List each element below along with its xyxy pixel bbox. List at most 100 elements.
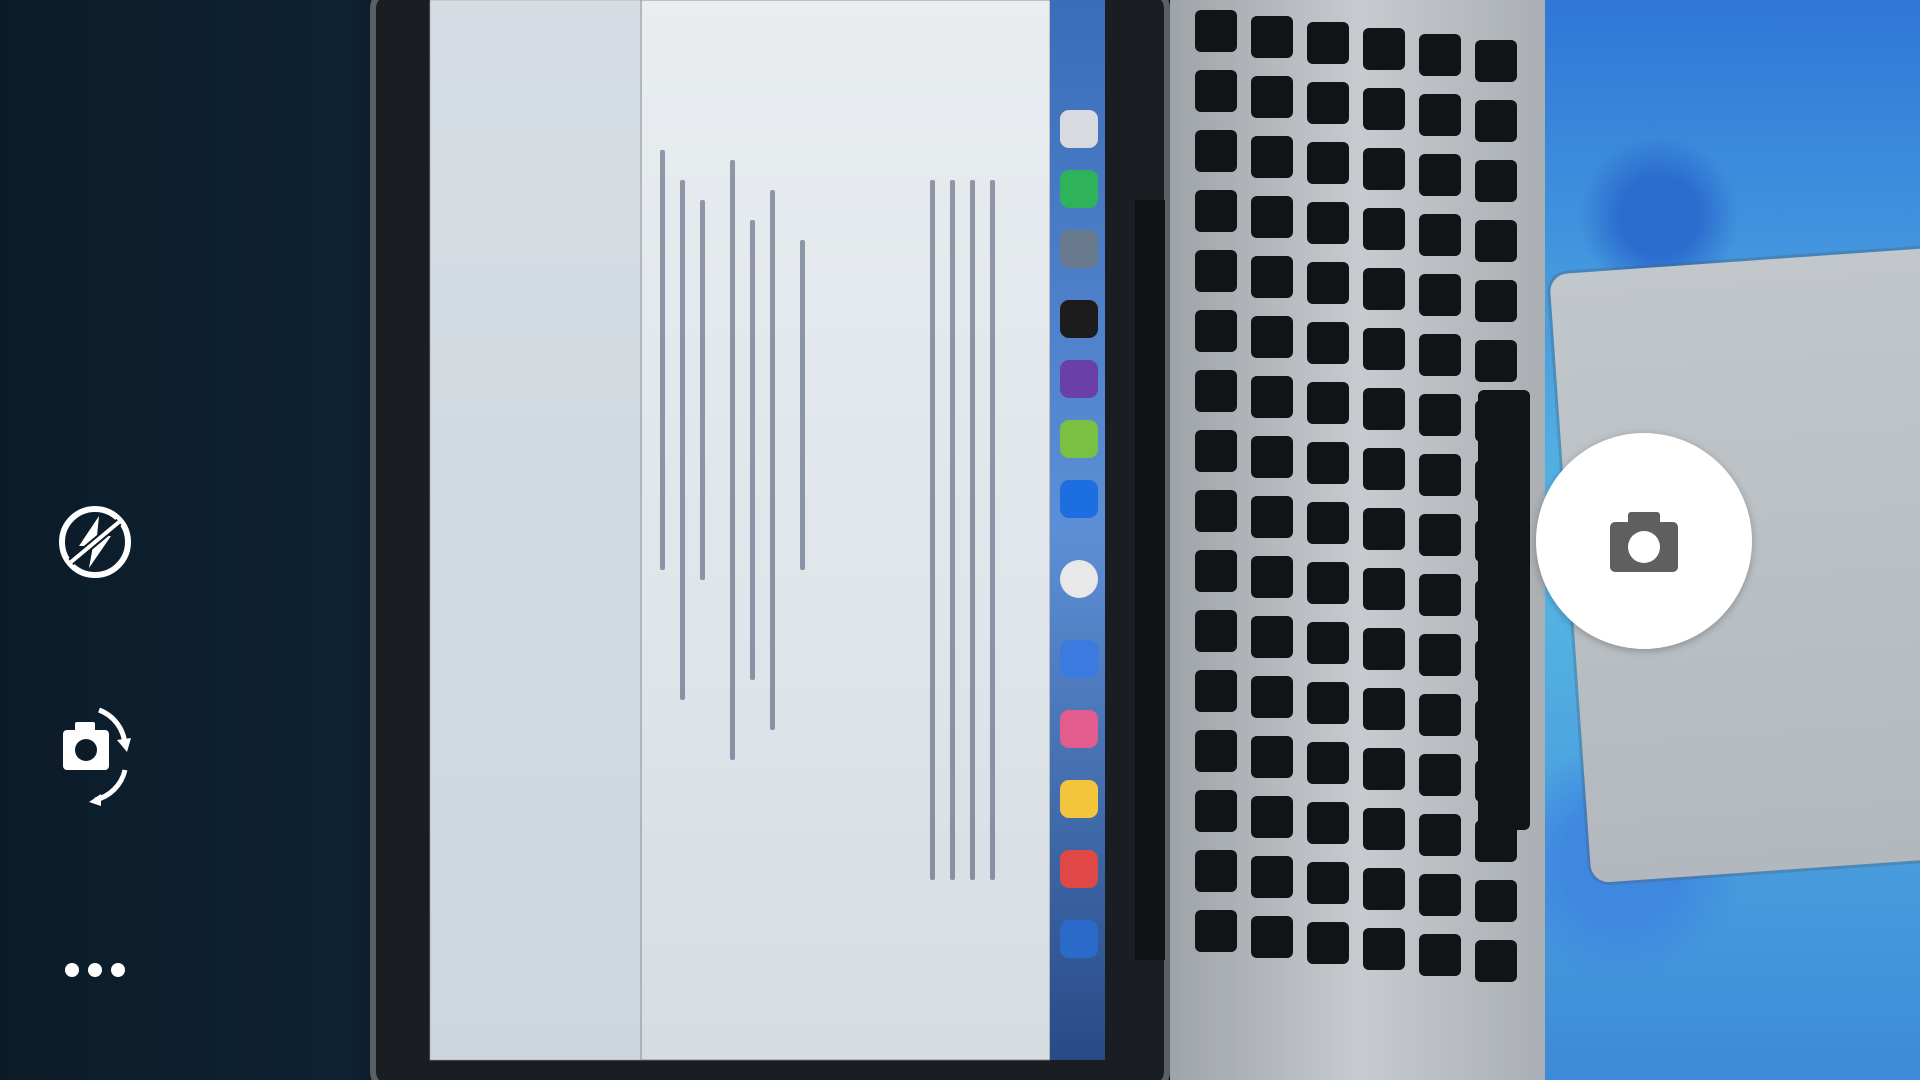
keyboard-key — [1307, 742, 1349, 784]
keyboard-key — [1307, 82, 1349, 124]
keyboard-key — [1419, 694, 1461, 736]
code-line — [930, 180, 935, 880]
keyboard-key — [1363, 928, 1405, 970]
keyboard-key — [1307, 562, 1349, 604]
keyboard-key — [1363, 448, 1405, 490]
keyboard-key — [1251, 196, 1293, 238]
keyboard-key — [1195, 610, 1237, 652]
shutter-button[interactable] — [1536, 433, 1752, 649]
dock-app-icon — [1060, 300, 1098, 338]
keyboard-key — [1363, 508, 1405, 550]
keyboard-key — [1195, 130, 1237, 172]
keyboard-key — [1307, 442, 1349, 484]
keyboard-key — [1419, 874, 1461, 916]
keyboard-key — [1419, 394, 1461, 436]
keyboard-key — [1251, 436, 1293, 478]
keyboard-key — [1195, 250, 1237, 292]
keyboard-key — [1419, 454, 1461, 496]
dock-app-icon — [1060, 560, 1098, 598]
keyboard-key — [1363, 748, 1405, 790]
switch-camera-icon — [63, 707, 131, 806]
keyboard-key — [1363, 208, 1405, 250]
code-line — [970, 180, 975, 880]
keyboard-key — [1307, 322, 1349, 364]
more-options-button[interactable] — [50, 925, 140, 1015]
keyboard-key — [1251, 676, 1293, 718]
keyboard-key — [1307, 682, 1349, 724]
keyboard-key — [1307, 922, 1349, 964]
keyboard-key — [1363, 628, 1405, 670]
keyboard-key — [1307, 622, 1349, 664]
keyboard-key — [1363, 868, 1405, 910]
code-line — [800, 240, 805, 570]
code-line — [750, 220, 755, 680]
keyboard-key — [1195, 730, 1237, 772]
keyboard-key — [1251, 316, 1293, 358]
keyboard-key — [1195, 910, 1237, 952]
keyboard-key — [1475, 880, 1517, 922]
keyboard-key — [1363, 688, 1405, 730]
dock-app-icon — [1060, 420, 1098, 458]
keyboard-key — [1363, 328, 1405, 370]
switch-camera-button[interactable] — [50, 707, 140, 806]
keyboard-key — [1419, 334, 1461, 376]
keyboard-key — [1195, 310, 1237, 352]
keyboard-key — [1251, 376, 1293, 418]
keyboard-key — [1363, 28, 1405, 70]
code-line — [660, 150, 665, 570]
keyboard-key — [1251, 796, 1293, 838]
keyboard-key — [1307, 142, 1349, 184]
keyboard-key — [1419, 514, 1461, 556]
keyboard-key — [1251, 136, 1293, 178]
keyboard-key — [1419, 274, 1461, 316]
keyboard-key — [1195, 670, 1237, 712]
dock-app-icon — [1060, 170, 1098, 208]
keyboard-key — [1195, 790, 1237, 832]
flash-toggle-button[interactable] — [50, 497, 140, 587]
keyboard-key — [1475, 40, 1517, 82]
code-line — [770, 190, 775, 730]
keyboard-key — [1307, 22, 1349, 64]
keyboard-key — [1251, 76, 1293, 118]
keyboard-key — [1419, 34, 1461, 76]
dock-app-icon — [1060, 920, 1098, 958]
keyboard-key — [1475, 340, 1517, 382]
keyboard-key — [1419, 634, 1461, 676]
dock-app-icon — [1060, 230, 1098, 268]
keyboard-key — [1251, 556, 1293, 598]
code-line — [950, 180, 955, 880]
camera-icon — [1610, 512, 1678, 572]
keyboard-key — [1475, 940, 1517, 982]
more-horizontal-icon — [65, 963, 125, 977]
keyboard-key — [1307, 502, 1349, 544]
keyboard-key — [1363, 568, 1405, 610]
keyboard-key — [1419, 574, 1461, 616]
keyboard-key — [1251, 256, 1293, 298]
keyboard-key — [1251, 496, 1293, 538]
keyboard-key — [1363, 88, 1405, 130]
keyboard-key — [1419, 934, 1461, 976]
keyboard-key — [1195, 190, 1237, 232]
keyboard-key — [1363, 268, 1405, 310]
code-line — [680, 180, 685, 700]
keyboard-key — [1475, 220, 1517, 262]
dock-app-icon — [1060, 360, 1098, 398]
keyboard-key — [1251, 616, 1293, 658]
keyboard-key — [1195, 490, 1237, 532]
keyboard-key — [1419, 814, 1461, 856]
laptop-hinge — [1135, 200, 1165, 960]
dock-app-icon — [1060, 110, 1098, 148]
dock-app-icon — [1060, 480, 1098, 518]
keyboard-key — [1251, 16, 1293, 58]
flash-auto-icon — [59, 506, 131, 578]
keyboard-key — [1195, 70, 1237, 112]
code-line — [700, 200, 705, 580]
dock — [1050, 0, 1105, 1060]
camera-app — [0, 0, 1920, 1080]
dock-app-icon — [1060, 850, 1098, 888]
dock-app-icon — [1060, 710, 1098, 748]
keyboard-key — [1419, 94, 1461, 136]
camera-controls — [0, 0, 200, 1080]
keyboard-key — [1307, 382, 1349, 424]
keyboard-key — [1307, 262, 1349, 304]
